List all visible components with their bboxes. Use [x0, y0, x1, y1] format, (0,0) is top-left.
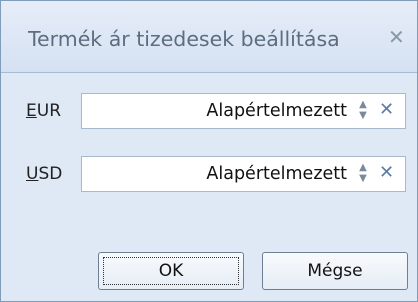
usd-label: USD	[26, 164, 62, 184]
settings-dialog: Termék ár tizedesek beállítása ✕ EUR Ala…	[0, 0, 418, 302]
usd-label-mnemonic: U	[26, 164, 39, 184]
usd-decimals-value: Alapértelmezett	[206, 164, 347, 184]
title-bar: Termék ár tizedesek beállítása ✕	[1, 1, 417, 73]
usd-spinner[interactable]: ▲ ▼	[356, 162, 370, 188]
cancel-button-label: Mégse	[307, 261, 363, 281]
eur-label-rest: UR	[36, 101, 62, 121]
focus-rectangle	[103, 257, 239, 285]
eur-label-mnemonic: E	[26, 101, 37, 121]
spin-down-icon[interactable]: ▼	[356, 110, 370, 121]
eur-decimals-value: Alapértelmezett	[206, 101, 347, 121]
usd-label-rest: SD	[38, 164, 63, 184]
eur-clear-icon[interactable]: ✕	[379, 99, 394, 120]
dialog-title: Termék ár tizedesek beállítása	[28, 27, 340, 51]
ok-button[interactable]: OK	[98, 252, 244, 290]
cancel-button[interactable]: Mégse	[262, 252, 408, 290]
spin-up-icon[interactable]: ▲	[356, 99, 370, 110]
spin-up-icon[interactable]: ▲	[356, 162, 370, 173]
eur-spinner[interactable]: ▲ ▼	[356, 99, 370, 125]
eur-decimals-field[interactable]: Alapértelmezett ▲ ▼ ✕	[81, 93, 406, 129]
close-icon[interactable]: ✕	[388, 25, 405, 49]
usd-decimals-field[interactable]: Alapértelmezett ▲ ▼ ✕	[81, 156, 406, 192]
eur-label: EUR	[26, 101, 61, 121]
usd-clear-icon[interactable]: ✕	[379, 162, 394, 183]
spin-down-icon[interactable]: ▼	[356, 173, 370, 184]
